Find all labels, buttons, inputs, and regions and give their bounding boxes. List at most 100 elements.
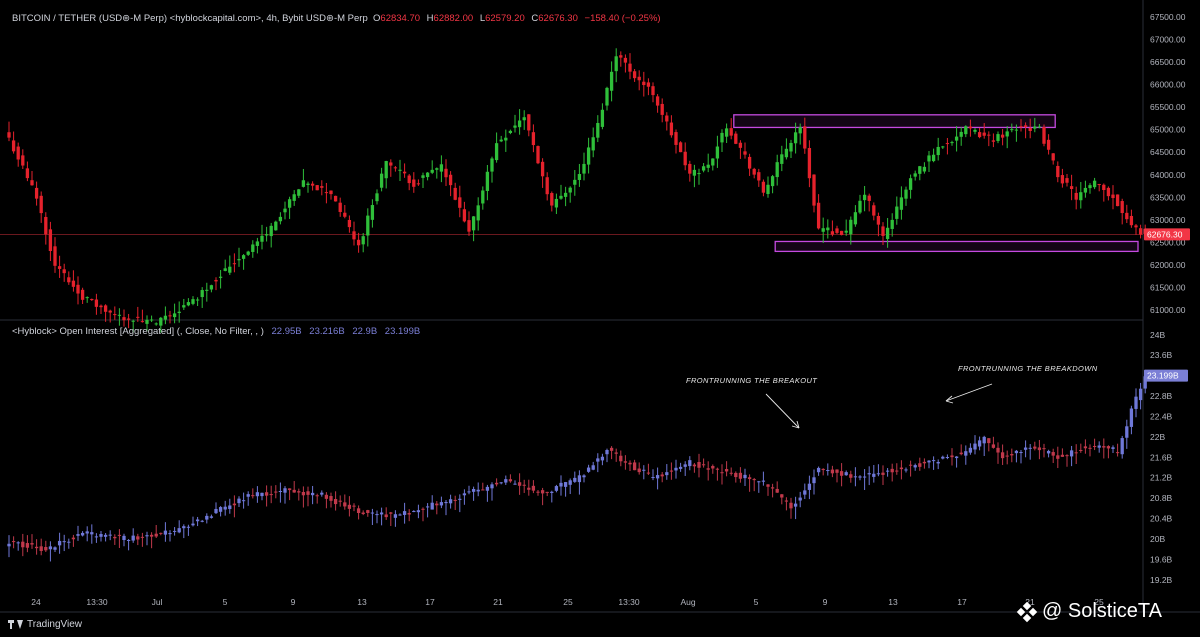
oi-candle-body [642, 469, 646, 471]
oi-candle-body [122, 535, 126, 541]
price-candle-body [941, 146, 945, 148]
time-tick-label: 25 [563, 597, 573, 607]
price-candle-body [605, 87, 609, 106]
oi-candle-body [126, 539, 131, 541]
time-tick-label: 21 [493, 597, 503, 607]
price-candle-body [361, 236, 365, 245]
oi-candle-body [987, 438, 991, 444]
price-candle-body [278, 216, 283, 222]
oi-candle-body [113, 536, 117, 539]
price-candle-body [904, 189, 908, 199]
price-candle-body [462, 209, 467, 222]
price-candle-body [665, 115, 669, 122]
oi-candle-body [310, 492, 315, 496]
time-tick-label: 13 [888, 597, 898, 607]
oi-candle-body [899, 467, 904, 470]
price-candle-body [458, 197, 462, 208]
price-candle-body [531, 132, 536, 146]
price-candle-body [623, 57, 628, 63]
oi-candle-body [996, 447, 1000, 453]
oi-candle-body [554, 486, 559, 491]
price-candle-body [821, 228, 825, 232]
oi-candle-body [1125, 426, 1129, 438]
indicator-value-3: 22.9B [352, 326, 378, 337]
time-tick-label: 13:30 [618, 597, 640, 607]
oi-candle-body [140, 536, 145, 538]
price-candle-body [205, 289, 209, 291]
price-candle-body [1125, 212, 1129, 220]
symbol-legend: BITCOIN / TETHER (USD⊛-M Perp) <hyblockc… [12, 13, 661, 24]
oi-candle-body [255, 492, 260, 497]
oi-candle-body [44, 546, 48, 551]
oi-candle-body [941, 456, 945, 459]
oi-candle-body [94, 536, 99, 538]
oi-candle-body [306, 491, 310, 495]
price-candle-body [57, 266, 62, 269]
oi-candle-body [30, 543, 34, 545]
oi-candle-body [964, 451, 968, 456]
oi-candle-body [462, 493, 467, 496]
price-candle-body [918, 166, 922, 174]
price-candle-body [1083, 187, 1088, 193]
oi-candle-body [430, 502, 434, 510]
price-candle-body [297, 189, 301, 196]
price-candle-body [113, 314, 117, 316]
oi-candle-body [720, 472, 724, 474]
oi-candle-body [600, 456, 605, 461]
oi-candle-body [945, 457, 950, 459]
tradingview-logo[interactable]: TradingView [8, 619, 82, 630]
oi-candle-body [370, 512, 375, 514]
price-candle-body [775, 162, 779, 178]
price-candle-body [826, 227, 830, 231]
price-candle-body [99, 305, 103, 308]
oi-candle-body [366, 510, 370, 514]
price-candle-body [108, 310, 112, 313]
oi-candle-body [793, 503, 798, 507]
price-candle-body [448, 174, 453, 186]
indicator-legend: <Hyblock> Open Interest [Aggregated] (, … [12, 326, 420, 337]
oi-candle-body [849, 474, 853, 478]
price-candle-body [292, 194, 296, 201]
oi-candle-body [356, 508, 361, 514]
oi-last-value-label: 23.199B [1147, 371, 1179, 381]
oi-candle-body [329, 496, 333, 501]
oi-candle-body [757, 481, 761, 483]
annotation-breakout: FRONTRUNNING THE BREAKOUT [686, 376, 818, 385]
oi-tick-label: 24B [1150, 330, 1165, 340]
price-candle-body [85, 297, 89, 299]
oi-candle-body [743, 474, 747, 479]
price-candle-body [389, 162, 393, 166]
oi-candle-body [669, 470, 674, 472]
oi-candle-body [844, 472, 848, 476]
oi-candle-body [826, 470, 830, 472]
oi-candle-body [21, 541, 25, 548]
price-candle-body [301, 180, 306, 187]
price-candle-body [136, 316, 140, 318]
price-candle-body [1000, 134, 1005, 138]
oi-candle-body [665, 472, 669, 476]
chart-canvas[interactable]: 67500.00 67000.00 66500.00 66000.00 65500.00… [0, 0, 1200, 637]
oi-candle-body [1033, 446, 1037, 449]
oi-candle-body [922, 461, 927, 464]
price-candle-body [1037, 126, 1042, 128]
price-candle-body [757, 172, 761, 181]
price-candle-body [646, 82, 651, 87]
oi-candle-body [384, 514, 388, 518]
oi-candle-body [807, 483, 812, 490]
price-candle-body [39, 195, 43, 214]
price-candle-body [987, 134, 991, 136]
oi-candle-body [218, 507, 223, 512]
price-candle-body [586, 147, 591, 165]
oi-tick-label: 20.8B [1150, 493, 1173, 503]
oi-candle-body [315, 495, 319, 497]
price-candle-body [90, 298, 94, 301]
price-tick-label: 66500.00 [1150, 57, 1186, 67]
oi-candle-body [246, 494, 250, 497]
oi-candle-body [614, 452, 618, 454]
price-candle-body [7, 132, 11, 138]
price-candle-body [701, 166, 706, 171]
oi-candle-body [1092, 446, 1097, 448]
price-candle-body [890, 219, 894, 229]
oi-candle-body [858, 476, 862, 478]
price-tick-label: 65000.00 [1150, 125, 1186, 135]
